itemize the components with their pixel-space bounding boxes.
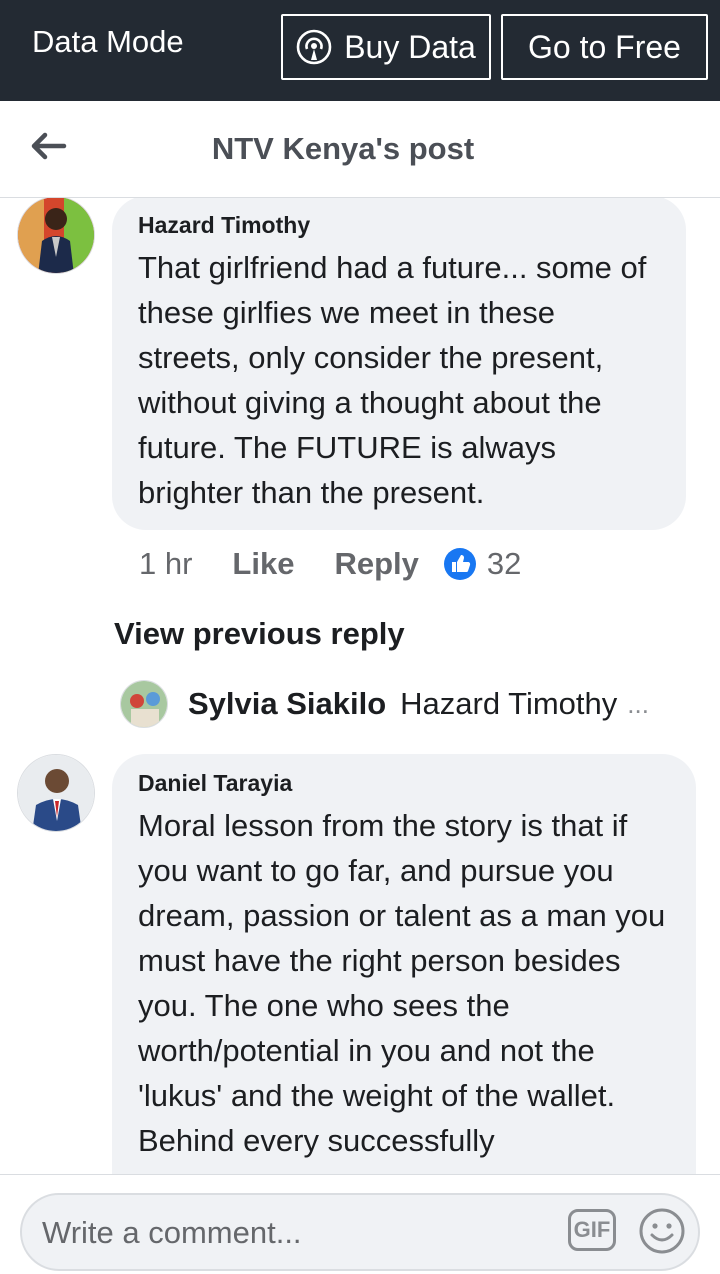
gif-button[interactable]: GIF <box>568 1209 616 1251</box>
reply-ellipsis: ... <box>627 688 649 719</box>
buy-data-label: Buy Data <box>344 28 476 65</box>
comments-feed[interactable]: Hazard Timothy That girlfriend had a fut… <box>0 198 720 1174</box>
like-button[interactable]: Like <box>232 546 294 582</box>
avatar[interactable] <box>120 680 168 728</box>
go-to-free-button[interactable]: Go to Free <box>501 14 708 80</box>
comment-author[interactable]: Hazard Timothy <box>138 212 660 239</box>
comment-text: That girlfriend had a future... some of … <box>138 250 647 510</box>
post-header: NTV Kenya's post <box>0 101 720 198</box>
data-mode-label: Data Mode <box>32 24 184 59</box>
profile-photo-icon <box>18 198 94 273</box>
comment-text: Moral lesson from the story is that if y… <box>138 808 666 1158</box>
page-title: NTV Kenya's post <box>211 131 475 166</box>
profile-photo-icon <box>121 681 167 727</box>
comment-author[interactable]: Daniel Tarayia <box>138 770 670 797</box>
avatar[interactable] <box>17 754 95 832</box>
view-previous-reply-link[interactable]: View previous reply <box>114 616 405 652</box>
reaction-count[interactable]: 32 <box>487 546 521 582</box>
reply-author[interactable]: Sylvia Siakilo <box>188 686 386 722</box>
comment-actions: 1 hr Like Reply 32 <box>139 546 521 582</box>
reply-preview[interactable]: Sylvia Siakilo Hazard Timothy ... <box>120 680 649 728</box>
profile-photo-icon <box>18 755 94 831</box>
broadcast-icon <box>296 29 332 65</box>
reply-text: Hazard Timothy <box>400 686 618 721</box>
emoji-icon[interactable] <box>638 1207 686 1255</box>
data-mode-bar: Data Mode Buy Data Go to Free <box>0 0 720 101</box>
comment-bubble[interactable]: Daniel Tarayia Moral lesson from the sto… <box>112 754 696 1174</box>
reply-button[interactable]: Reply <box>334 546 418 582</box>
comment-time[interactable]: 1 hr <box>139 546 192 582</box>
comment-composer: Write a comment... GIF <box>0 1174 720 1274</box>
go-to-free-label: Go to Free <box>528 28 681 65</box>
comment-placeholder: Write a comment... <box>42 1215 302 1250</box>
buy-data-button[interactable]: Buy Data <box>281 14 491 80</box>
comment-input[interactable]: Write a comment... GIF <box>20 1193 700 1271</box>
thumbs-up-reaction-icon[interactable] <box>443 547 477 581</box>
comment-bubble[interactable]: Hazard Timothy That girlfriend had a fut… <box>112 198 686 530</box>
avatar[interactable] <box>17 198 95 274</box>
